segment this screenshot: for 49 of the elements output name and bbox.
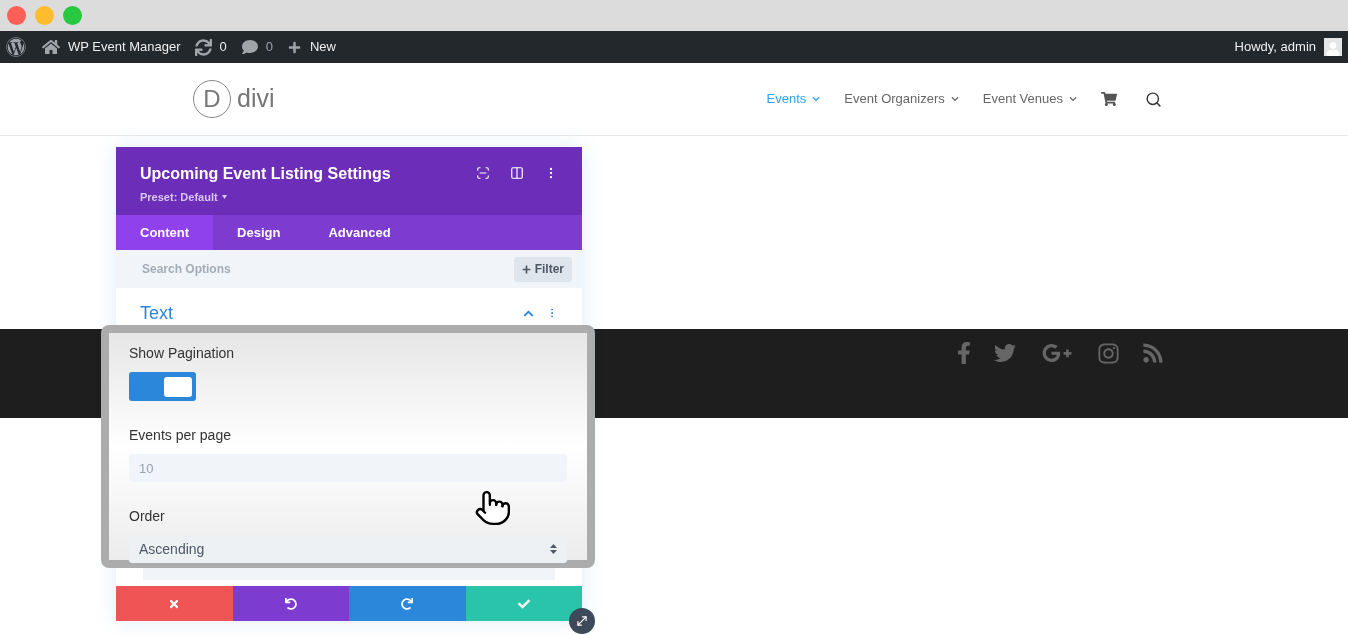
order-select[interactable]: Ascending <box>129 535 567 563</box>
search-icon[interactable] <box>1145 90 1162 108</box>
checkmark-icon <box>517 597 530 610</box>
nav-menu-item[interactable]: Event Organizers <box>844 89 959 109</box>
search-options-bar[interactable]: Search Options Filter <box>116 250 582 288</box>
twitter-icon[interactable] <box>993 342 1017 364</box>
chevron-down-icon <box>812 95 821 103</box>
expand-icon[interactable] <box>476 166 490 180</box>
undo-button[interactable] <box>232 586 349 621</box>
undo-icon <box>284 597 297 610</box>
nav-menu-item[interactable]: Event Venues <box>982 89 1077 109</box>
preset-dropdown[interactable]: Preset: Default <box>140 189 391 206</box>
split-view-icon[interactable] <box>510 166 524 180</box>
updates-count[interactable]: 0 <box>219 37 227 57</box>
settings-tab[interactable]: Content <box>116 215 214 250</box>
search-options-field[interactable]: Search Options <box>132 260 514 278</box>
panel-title: Upcoming Event Listing Settings <box>140 164 391 184</box>
caret-icon <box>221 195 227 200</box>
chevron-down-icon <box>950 95 959 103</box>
updates-icon <box>195 38 213 56</box>
filter-button[interactable]: Filter <box>513 256 572 282</box>
field-label: Show Pagination <box>129 344 235 363</box>
comments-count[interactable]: 0 <box>265 37 273 57</box>
field-label: Order <box>129 507 165 526</box>
logo-text[interactable]: divi <box>237 80 275 118</box>
home-icon <box>42 38 60 56</box>
plus-icon <box>287 40 301 54</box>
settings-tab[interactable]: Design <box>213 215 305 250</box>
events-per-page-field[interactable]: 10 <box>129 454 567 482</box>
facebook-icon[interactable] <box>957 342 971 364</box>
select-arrows-icon <box>550 544 557 554</box>
new-link[interactable]: New <box>309 37 336 57</box>
close-icon <box>168 597 181 610</box>
resize-handle[interactable] <box>569 608 595 634</box>
comments-icon <box>241 39 258 55</box>
section-title[interactable]: Text <box>140 304 173 322</box>
wordpress-icon[interactable] <box>6 37 26 57</box>
chevron-down-icon <box>1069 95 1077 103</box>
field-label: Events per page <box>129 426 231 445</box>
redo-icon <box>401 597 414 610</box>
rss-icon[interactable] <box>1142 342 1164 364</box>
cart-icon[interactable] <box>1101 91 1117 107</box>
pagination-toggle[interactable] <box>129 372 196 401</box>
plus-icon <box>521 264 531 274</box>
instagram-icon[interactable] <box>1097 341 1120 365</box>
greeting-link[interactable]: Howdy, admin <box>1234 37 1316 57</box>
site-name-link[interactable]: WP Event Manager <box>68 37 181 57</box>
settings-tab[interactable]: Advanced <box>304 215 415 250</box>
save-button[interactable] <box>465 586 582 621</box>
